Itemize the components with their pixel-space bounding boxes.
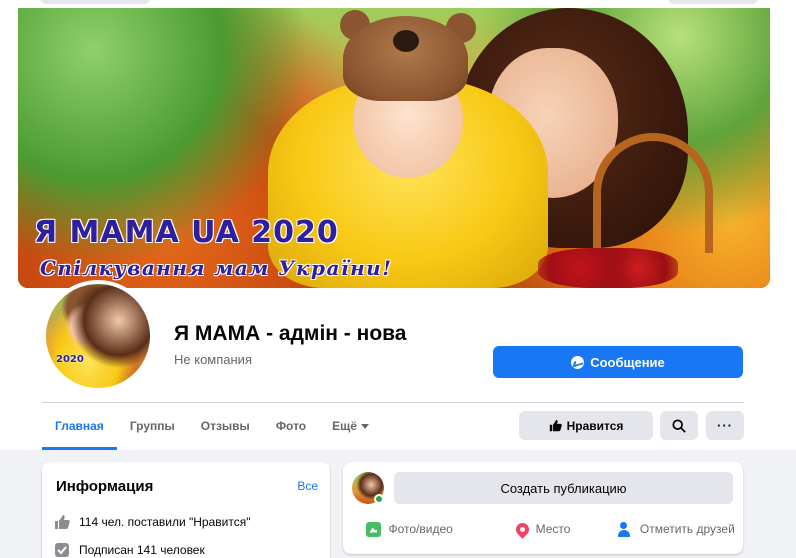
info-see-all-link[interactable]: Все — [297, 479, 318, 493]
tab-main[interactable]: Главная — [42, 403, 117, 450]
cover-berries — [538, 248, 678, 288]
tab-reviews[interactable]: Отзывы — [188, 403, 263, 450]
tab-photos-label: Фото — [275, 419, 307, 433]
tab-main-label: Главная — [55, 419, 104, 433]
tag-friends-label: Отметить друзей — [639, 522, 735, 536]
more-options-icon: ··· — [717, 418, 733, 433]
cover-baby-hat — [343, 16, 468, 101]
cover-basket — [593, 133, 713, 253]
follow-check-icon — [55, 543, 69, 557]
cover-photo[interactable]: Я МАМА UA 2020 Спілкування мам України! — [18, 8, 770, 288]
info-title: Информация — [56, 478, 154, 495]
tab-photos[interactable]: Фото — [263, 403, 319, 450]
tab-more-label: Ещё — [332, 419, 357, 433]
like-button-label: Нравится — [566, 418, 624, 433]
chevron-down-icon — [360, 424, 369, 430]
messenger-icon — [571, 355, 585, 369]
info-followers-text: Подписан 141 человек — [79, 543, 205, 557]
tab-more[interactable]: Ещё — [319, 403, 382, 450]
tab-reviews-label: Отзывы — [200, 419, 250, 433]
info-likes-row: 114 чел. поставили "Нравится" — [54, 514, 250, 530]
photo-video-label: Фото/видео — [388, 522, 453, 536]
cover-subtitle: Спілкування мам України! — [40, 256, 393, 280]
info-card: Информация Все 114 чел. поставили "Нрави… — [42, 462, 330, 558]
page-category: Не компания — [174, 352, 252, 367]
tag-friends-button[interactable]: Отметить друзей — [610, 518, 743, 540]
photo-icon — [366, 521, 382, 537]
post-actions-row: Фото/видео Место Отметить друзей — [343, 518, 743, 540]
tag-friends-icon — [617, 521, 633, 537]
search-icon — [672, 418, 686, 433]
avatar-year-text: 2020 — [56, 354, 84, 365]
top-strip — [0, 0, 796, 8]
photo-video-button[interactable]: Фото/видео — [343, 518, 476, 540]
location-pin-icon — [512, 519, 532, 539]
create-post-button[interactable]: Создать публикацию — [394, 472, 733, 504]
more-options-button[interactable]: ··· — [706, 411, 744, 440]
profile-avatar[interactable]: 2020 — [42, 280, 154, 392]
online-status-dot — [374, 494, 384, 504]
search-button[interactable] — [660, 411, 698, 440]
message-button[interactable]: Сообщение — [493, 346, 743, 378]
info-likes-text: 114 чел. поставили "Нравится" — [79, 515, 251, 529]
thumbs-up-icon — [55, 515, 70, 529]
create-post-card: Создать публикацию Фото/видео Место Отме… — [343, 462, 743, 554]
tab-groups[interactable]: Группы — [117, 403, 188, 450]
top-button-remnant-right — [668, 0, 758, 4]
thumbs-up-icon — [549, 419, 562, 432]
page-tabs: Главная Группы Отзывы Фото Ещё — [42, 403, 382, 450]
check-in-button[interactable]: Место — [476, 518, 609, 540]
like-button[interactable]: Нравится — [519, 411, 653, 440]
info-followers-row: Подписан 141 человек — [54, 542, 205, 558]
check-in-label: Место — [535, 522, 571, 536]
message-button-label: Сообщение — [590, 354, 665, 370]
cover-title: Я МАМА UA 2020 — [34, 215, 339, 250]
page-title: Я МАМА - адмін - нова — [174, 322, 407, 345]
cover-hat-nose — [393, 30, 419, 52]
top-button-remnant — [40, 0, 150, 4]
tab-groups-label: Группы — [129, 419, 175, 433]
